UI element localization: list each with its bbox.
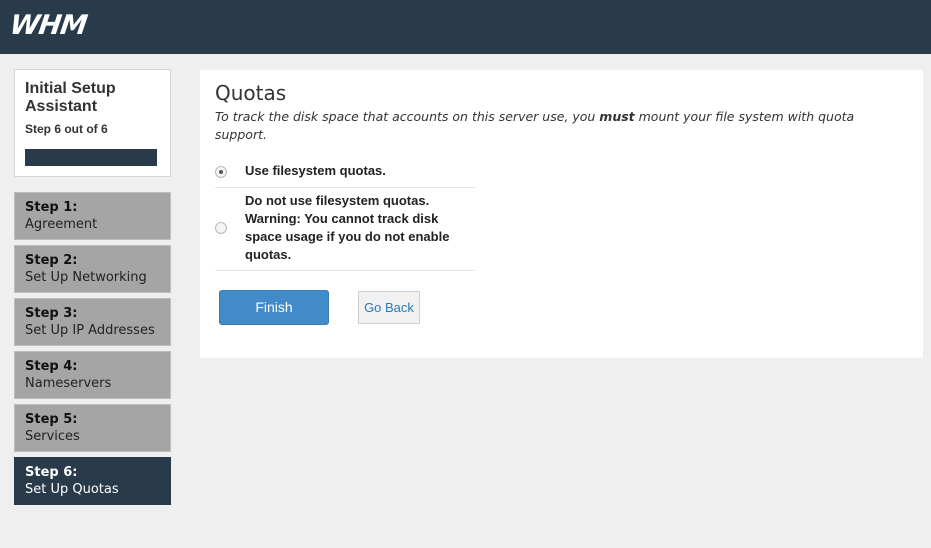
step-number: Step 3:	[25, 306, 78, 321]
page-title: Quotas	[215, 81, 287, 105]
sidebar-item-step-5[interactable]: Step 5: Services	[14, 404, 171, 452]
option-use-quotas[interactable]: Use filesystem quotas.	[215, 153, 475, 188]
page-description: To track the disk space that accounts on…	[215, 108, 875, 144]
step-label: Services	[25, 429, 80, 444]
no-quotas-label[interactable]: Do not use filesystem quotas. Warning: Y…	[245, 192, 475, 264]
radio-selected-dot	[219, 170, 223, 174]
step-number: Step 1:	[25, 200, 78, 215]
step-label: Set Up IP Addresses	[25, 323, 155, 338]
option-no-quotas[interactable]: Do not use filesystem quotas. Warning: Y…	[215, 188, 475, 271]
description-emphasis: must	[599, 109, 635, 124]
sidebar-item-step-1[interactable]: Step 1: Agreement	[14, 192, 171, 240]
progress-bar	[25, 149, 157, 166]
progress-bar-fill	[25, 149, 157, 166]
go-back-button[interactable]: Go Back	[358, 291, 420, 324]
top-bar: WHM	[0, 0, 931, 54]
whm-logo[interactable]: WHM	[8, 10, 89, 41]
sidebar-item-step-3[interactable]: Step 3: Set Up IP Addresses	[14, 298, 171, 346]
sidebar-item-step-4[interactable]: Step 4: Nameservers	[14, 351, 171, 399]
assistant-step-text: Step 6 out of 6	[25, 122, 108, 136]
setup-assistant-box: Initial Setup Assistant Step 6 out of 6	[14, 69, 171, 177]
step-label: Set Up Networking	[25, 270, 147, 285]
assistant-title: Initial Setup Assistant	[25, 80, 116, 115]
quotas-panel: Quotas To track the disk space that acco…	[200, 70, 923, 358]
finish-button[interactable]: Finish	[219, 290, 329, 325]
sidebar-item-step-2[interactable]: Step 2: Set Up Networking	[14, 245, 171, 293]
step-number: Step 4:	[25, 359, 78, 374]
step-label: Set Up Quotas	[25, 482, 119, 497]
step-label: Nameservers	[25, 376, 112, 391]
no-quotas-radio[interactable]	[215, 222, 227, 234]
description-text: To track the disk space that accounts on…	[215, 109, 600, 124]
step-number: Step 6:	[25, 465, 78, 480]
step-number: Step 5:	[25, 412, 78, 427]
use-quotas-radio[interactable]	[215, 166, 227, 178]
sidebar-item-step-6[interactable]: Step 6: Set Up Quotas	[14, 457, 171, 505]
step-label: Agreement	[25, 217, 98, 232]
use-quotas-label[interactable]: Use filesystem quotas.	[245, 162, 475, 180]
step-number: Step 2:	[25, 253, 78, 268]
